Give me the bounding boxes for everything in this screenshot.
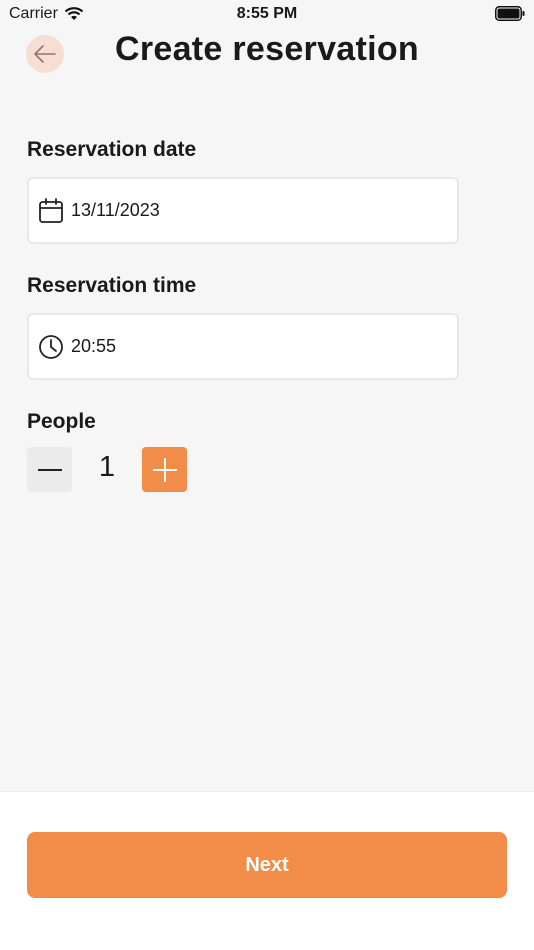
decrement-button[interactable]	[27, 447, 72, 492]
page-title: Create reservation	[115, 30, 419, 68]
reservation-time-label: Reservation time	[27, 274, 197, 297]
reservation-date-field[interactable]: 13/11/2023	[27, 177, 459, 244]
minus-icon	[37, 468, 62, 471]
reservation-time-value: 20:55	[71, 336, 117, 356]
reservation-date-label: Reservation date	[27, 138, 197, 161]
calendar-icon	[39, 197, 63, 223]
people-label: People	[27, 410, 96, 433]
people-count: 1	[98, 451, 116, 483]
bottom-action-bar: Next	[0, 791, 534, 950]
reservation-date-value: 13/11/2023	[71, 200, 160, 220]
people-stepper: 1	[27, 447, 207, 493]
battery-icon	[495, 6, 525, 26]
next-button[interactable]: Next	[27, 832, 507, 898]
plus-icon	[152, 457, 177, 482]
clock-icon	[39, 334, 63, 359]
increment-button[interactable]	[142, 447, 187, 492]
status-time: 8:55 PM	[236, 5, 298, 22]
reservation-time-field[interactable]: 20:55	[27, 313, 459, 380]
status-bar: Carrier 8:55 PM	[0, 0, 534, 28]
